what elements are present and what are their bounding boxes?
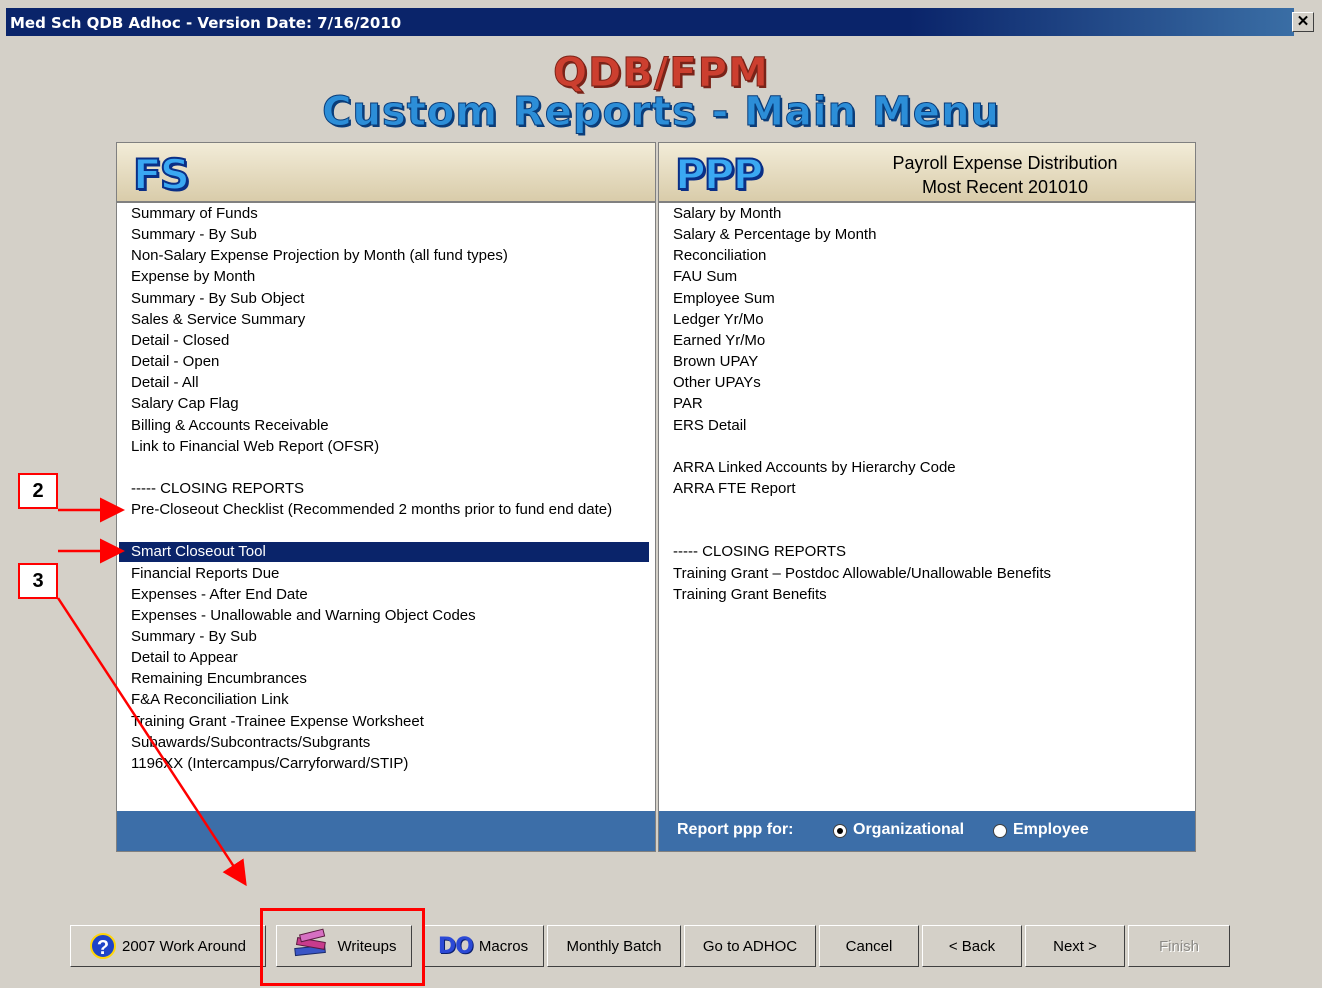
annotation-arrows [56,497,247,887]
arrow-to-writeups [56,597,247,887]
